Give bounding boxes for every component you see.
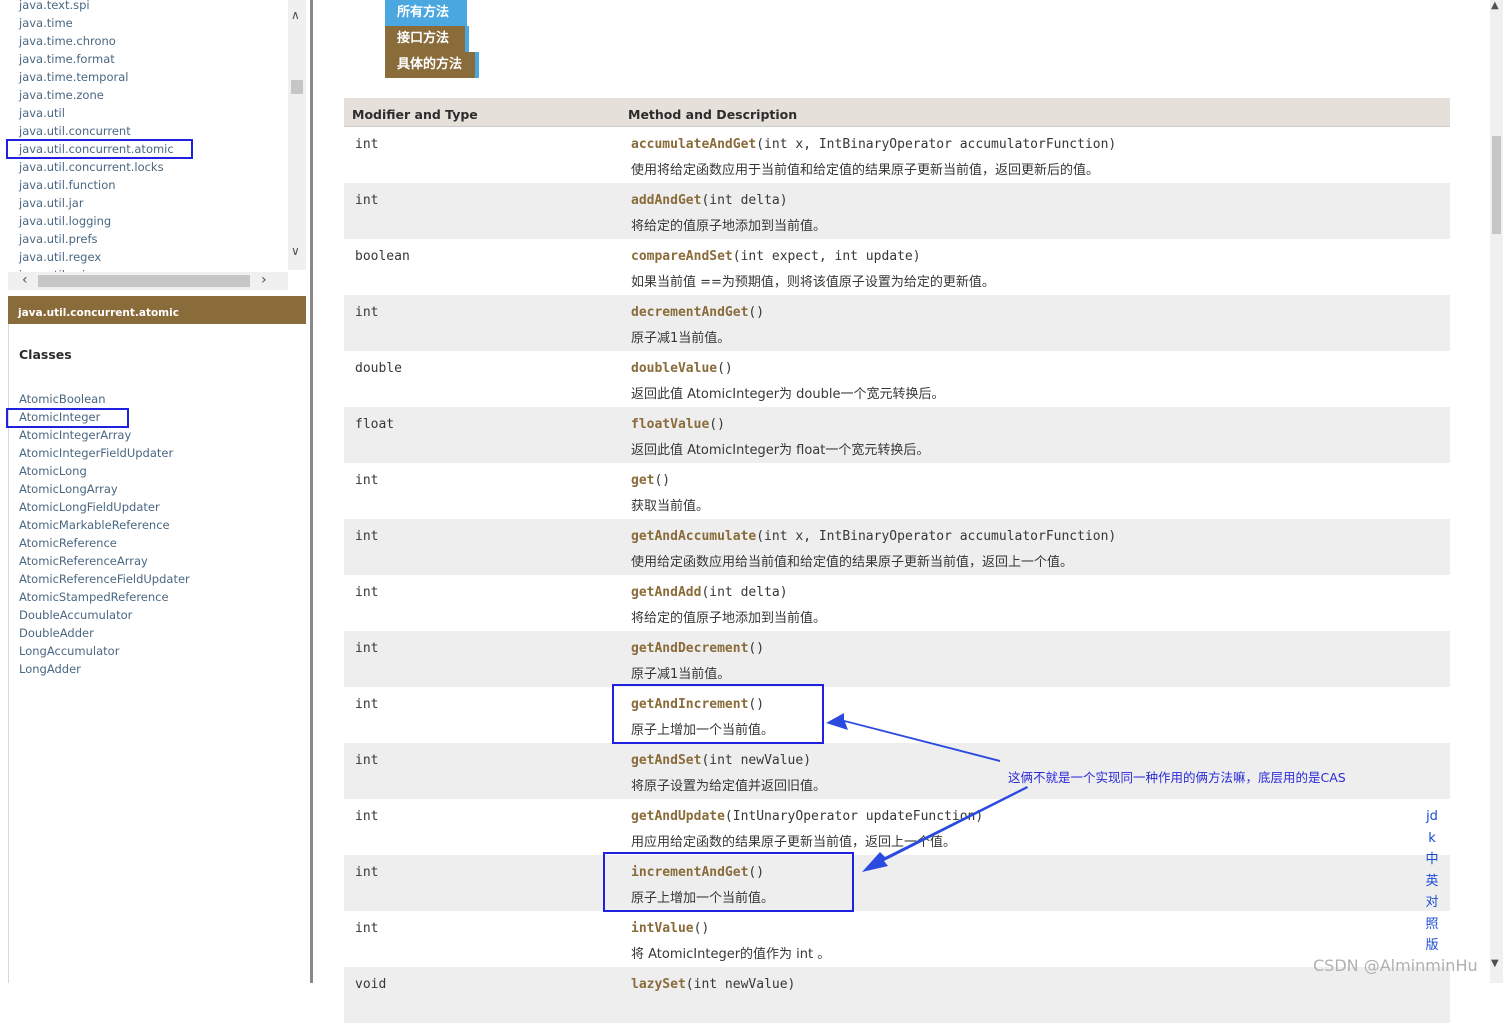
arrow-to-getandincrement <box>826 713 1000 762</box>
scroll-thumb[interactable] <box>1492 136 1501 234</box>
annotation-arrows <box>826 713 1028 872</box>
page-vertical-scrollbar[interactable]: ▲ ▼ <box>1490 0 1503 983</box>
scroll-down-arrow-icon[interactable]: ▼ <box>1491 958 1499 969</box>
arrow-to-incrementandget <box>862 786 1028 872</box>
jdk-bilingual-link[interactable]: jdk中英对照版 <box>1423 806 1441 957</box>
scroll-up-arrow-icon[interactable]: ▲ <box>1491 0 1499 11</box>
watermark: CSDN @AlminminHu <box>1313 956 1478 975</box>
annotation-note: 这俩不就是一个实现同一种作用的俩方法嘛，底层用的是CAS <box>1008 770 1346 785</box>
